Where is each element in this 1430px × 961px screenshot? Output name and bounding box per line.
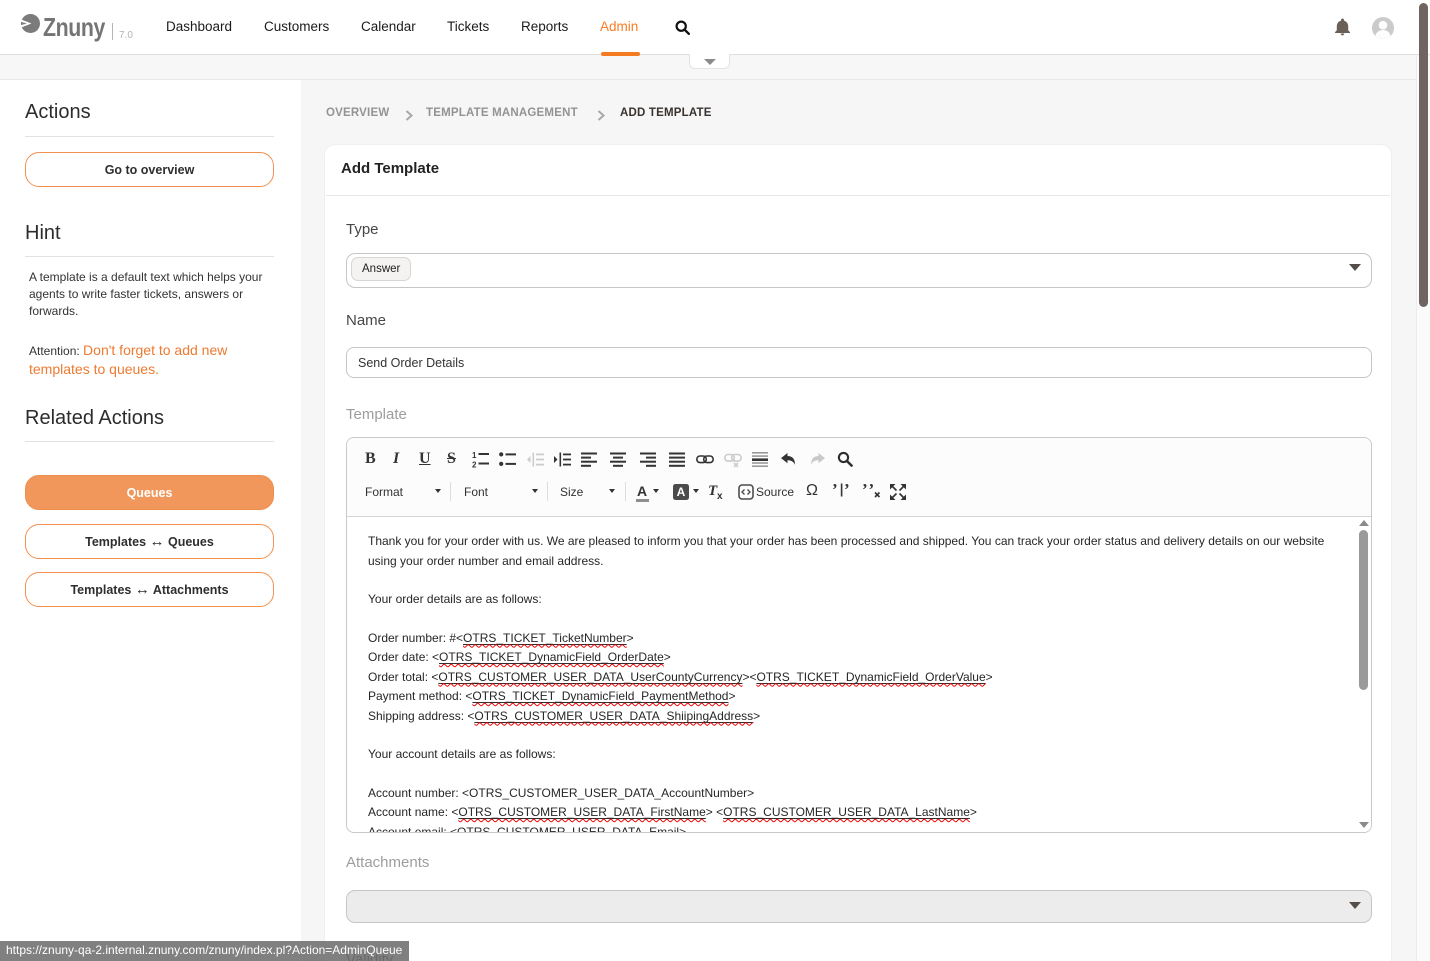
svg-text:’: ’ xyxy=(844,482,850,499)
svg-text:’: ’ xyxy=(833,482,838,499)
svg-text:2: 2 xyxy=(472,461,477,469)
svg-text:’: ’ xyxy=(869,482,875,499)
svg-text:1: 1 xyxy=(472,451,477,460)
svg-text:’: ’ xyxy=(863,482,868,499)
